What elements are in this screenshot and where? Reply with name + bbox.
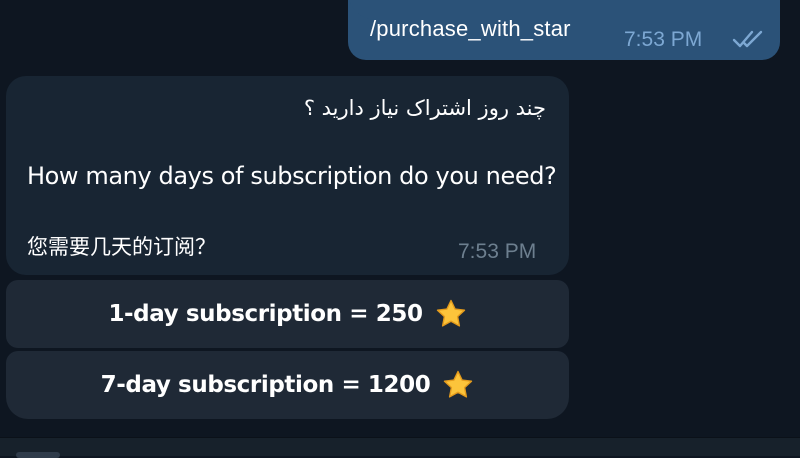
incoming-message-chinese: 您需要几天的订阅？ (27, 235, 216, 259)
keyboard-button-label: 1-day subscription = 250 (108, 301, 423, 327)
star-icon (436, 299, 465, 327)
double-check-icon (732, 30, 763, 48)
star-icon (444, 370, 473, 398)
incoming-message[interactable]: چند روز اشتراک نیاز دارید ؟ How many day… (6, 76, 569, 275)
message-input-bar[interactable] (0, 437, 800, 458)
incoming-message-time: 7:53 PM (458, 240, 537, 263)
incoming-message-english: How many days of subscription do you nee… (27, 162, 557, 190)
keyboard-button-1-day[interactable]: 1-day subscription = 250 (6, 280, 569, 348)
outgoing-message[interactable]: /purchase_with_star 7:53 PM (348, 0, 780, 60)
outgoing-message-text: /purchase_with_star (370, 16, 571, 41)
chat-area: /purchase_with_star 7:53 PM چند روز اشتر… (0, 0, 800, 437)
keyboard-button-7-day[interactable]: 7-day subscription = 1200 (6, 351, 569, 419)
outgoing-message-time: 7:53 PM (624, 28, 703, 51)
keyboard-button-label: 7-day subscription = 1200 (100, 372, 431, 398)
input-bar-tab (16, 452, 60, 458)
incoming-message-persian: چند روز اشتراک نیاز دارید ؟ (303, 96, 546, 120)
